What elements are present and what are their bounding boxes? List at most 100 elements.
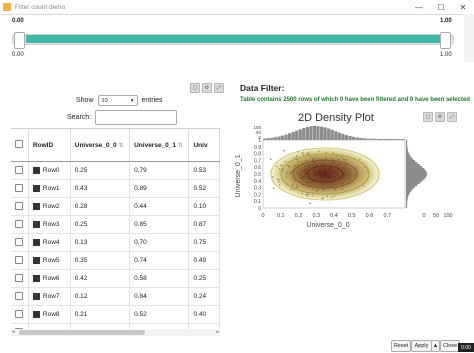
hist-bar xyxy=(341,133,345,140)
plot-expand-icon[interactable]: ⤢ xyxy=(447,112,457,122)
row-checkbox[interactable] xyxy=(15,309,23,318)
table-row[interactable]: Row8 0.21 0.52 0.40 xyxy=(11,305,220,324)
app-icon xyxy=(3,3,11,11)
table-row[interactable]: Row0 0.25 0.79 0.53 xyxy=(11,161,220,180)
row-checkbox[interactable] xyxy=(15,183,23,192)
top-scrollbar[interactable] xyxy=(464,14,474,62)
density-contours xyxy=(269,147,381,201)
value-cell: 0.75 xyxy=(188,233,220,252)
hist-bar xyxy=(406,192,410,194)
hist-bar xyxy=(406,168,425,170)
scatter-point xyxy=(283,150,285,152)
row-checkbox-cell[interactable] xyxy=(11,287,29,306)
minimize-button[interactable]: — xyxy=(408,0,430,14)
scroll-right-icon[interactable]: ▸ xyxy=(216,329,219,335)
value-cell: 0.13 xyxy=(70,233,131,252)
y-tick-label: 0.9 xyxy=(254,145,261,151)
x-tick-label: 0.1 xyxy=(277,213,285,219)
column-header-universe-1-0[interactable]: Univ xyxy=(188,129,220,162)
row-checkbox-cell[interactable] xyxy=(11,251,29,270)
row-checkbox-cell[interactable] xyxy=(11,161,29,180)
y-axis-label: Universe_0_1 xyxy=(235,154,242,197)
hist-bar xyxy=(406,162,418,164)
row-id-cell: Row2 xyxy=(28,197,71,216)
table-row[interactable]: Row4 0.13 0.70 0.75 xyxy=(11,233,220,252)
table-settings-icon[interactable]: ⚙ xyxy=(202,83,212,93)
row-checkbox-cell[interactable] xyxy=(11,179,29,198)
table-menu-icon[interactable]: ▢ xyxy=(190,83,200,93)
show-entries-control: Show 10 ▾ entries xyxy=(76,95,163,106)
slider-low-handle[interactable] xyxy=(14,32,25,49)
hist-bar xyxy=(406,156,412,158)
table-row[interactable]: Row1 0.43 0.89 0.52 xyxy=(11,179,220,198)
y-tick-label: 0.5 xyxy=(254,172,261,178)
table-expand-icon[interactable]: ⤢ xyxy=(214,83,224,93)
row-checkbox[interactable] xyxy=(15,273,23,282)
row-color-swatch xyxy=(32,184,40,192)
row-checkbox[interactable] xyxy=(15,291,23,300)
row-checkbox[interactable] xyxy=(15,237,23,246)
table-horizontal-scrollbar[interactable]: ◂ ▸ xyxy=(11,329,220,336)
table-row[interactable]: Row3 0.25 0.85 0.87 xyxy=(11,215,220,234)
hist-bar xyxy=(406,184,418,186)
hist-bar xyxy=(359,138,363,140)
y-tick-label: 0.7 xyxy=(254,158,261,164)
hist-bar xyxy=(327,128,331,140)
density-plot[interactable]: 0 0.1 0.2 0.3 0.4 0.5 0.6 0.7 00.10.20.30.40.50… xyxy=(228,124,472,234)
hist-bar xyxy=(406,166,423,168)
row-checkbox-cell[interactable] xyxy=(11,233,29,252)
scrollbar-thumb[interactable] xyxy=(19,330,145,335)
apply-button[interactable]: Apply xyxy=(411,340,432,352)
plot-title: 2D Density Plot xyxy=(298,112,374,124)
value-cell: 0.35 xyxy=(70,251,131,270)
hist-bar xyxy=(312,126,317,140)
close-window-button[interactable]: ✕ xyxy=(452,0,474,14)
row-checkbox-cell[interactable] xyxy=(11,269,29,288)
table-row[interactable]: Row2 0.28 0.44 0.10 xyxy=(11,197,220,216)
row-color-swatch xyxy=(32,292,40,300)
hist-bar xyxy=(302,128,306,140)
hist-bar xyxy=(344,135,348,140)
column-header-universe-0-1[interactable]: Universe_0_1 ⇅ xyxy=(129,129,190,162)
hist-bar xyxy=(406,190,412,192)
row-checkbox[interactable] xyxy=(15,255,23,264)
row-checkbox[interactable] xyxy=(15,201,23,210)
hist-bar xyxy=(406,154,410,156)
reset-button[interactable]: Reset xyxy=(391,340,411,352)
column-header-universe-0-0[interactable]: Universe_0_0 ⇅ xyxy=(70,129,131,162)
scroll-left-icon[interactable]: ◂ xyxy=(12,329,15,335)
hist-bar xyxy=(406,204,408,206)
row-checkbox-cell[interactable] xyxy=(11,197,29,216)
close-button[interactable]: Close xyxy=(440,340,460,352)
hist-bar xyxy=(320,126,324,140)
select-all-header[interactable] xyxy=(11,129,29,162)
plot-settings-icon[interactable]: ⚙ xyxy=(435,112,445,122)
value-cell: 0.43 xyxy=(70,179,131,198)
select-all-checkbox[interactable] xyxy=(15,140,23,148)
row-checkbox-cell[interactable] xyxy=(11,305,29,324)
row-checkbox[interactable] xyxy=(15,165,23,174)
row-checkbox[interactable] xyxy=(15,219,23,228)
row-color-swatch xyxy=(32,274,40,282)
table-row[interactable]: Row5 0.35 0.74 0.49 xyxy=(11,251,220,270)
row-checkbox-cell[interactable] xyxy=(11,215,29,234)
value-cell: 0.89 xyxy=(129,179,190,198)
table-toolbar: ▢ ⚙ ⤢ xyxy=(190,83,224,93)
hist-bar xyxy=(291,132,295,140)
show-label: Show xyxy=(76,97,94,104)
hist-bar xyxy=(406,148,408,150)
hist-bar xyxy=(406,196,409,198)
plot-menu-icon[interactable]: ▢ xyxy=(423,112,433,122)
slider-high-handle[interactable] xyxy=(440,32,451,49)
entries-select[interactable]: 10 ▾ xyxy=(97,95,138,106)
table-row[interactable]: Row6 0.42 0.58 0.25 xyxy=(11,269,220,288)
maximize-button[interactable]: ☐ xyxy=(430,0,452,14)
table-row[interactable]: Row7 0.12 0.84 0.24 xyxy=(11,287,220,306)
hist-bar xyxy=(406,202,408,204)
apply-dropdown-button[interactable]: ▲ xyxy=(431,340,440,352)
value-cell: 0.58 xyxy=(129,269,190,288)
hist-bar xyxy=(406,164,420,166)
column-header-rowid[interactable]: RowID xyxy=(28,129,71,162)
search-input[interactable] xyxy=(95,110,178,125)
slider-selected-range xyxy=(26,35,440,43)
